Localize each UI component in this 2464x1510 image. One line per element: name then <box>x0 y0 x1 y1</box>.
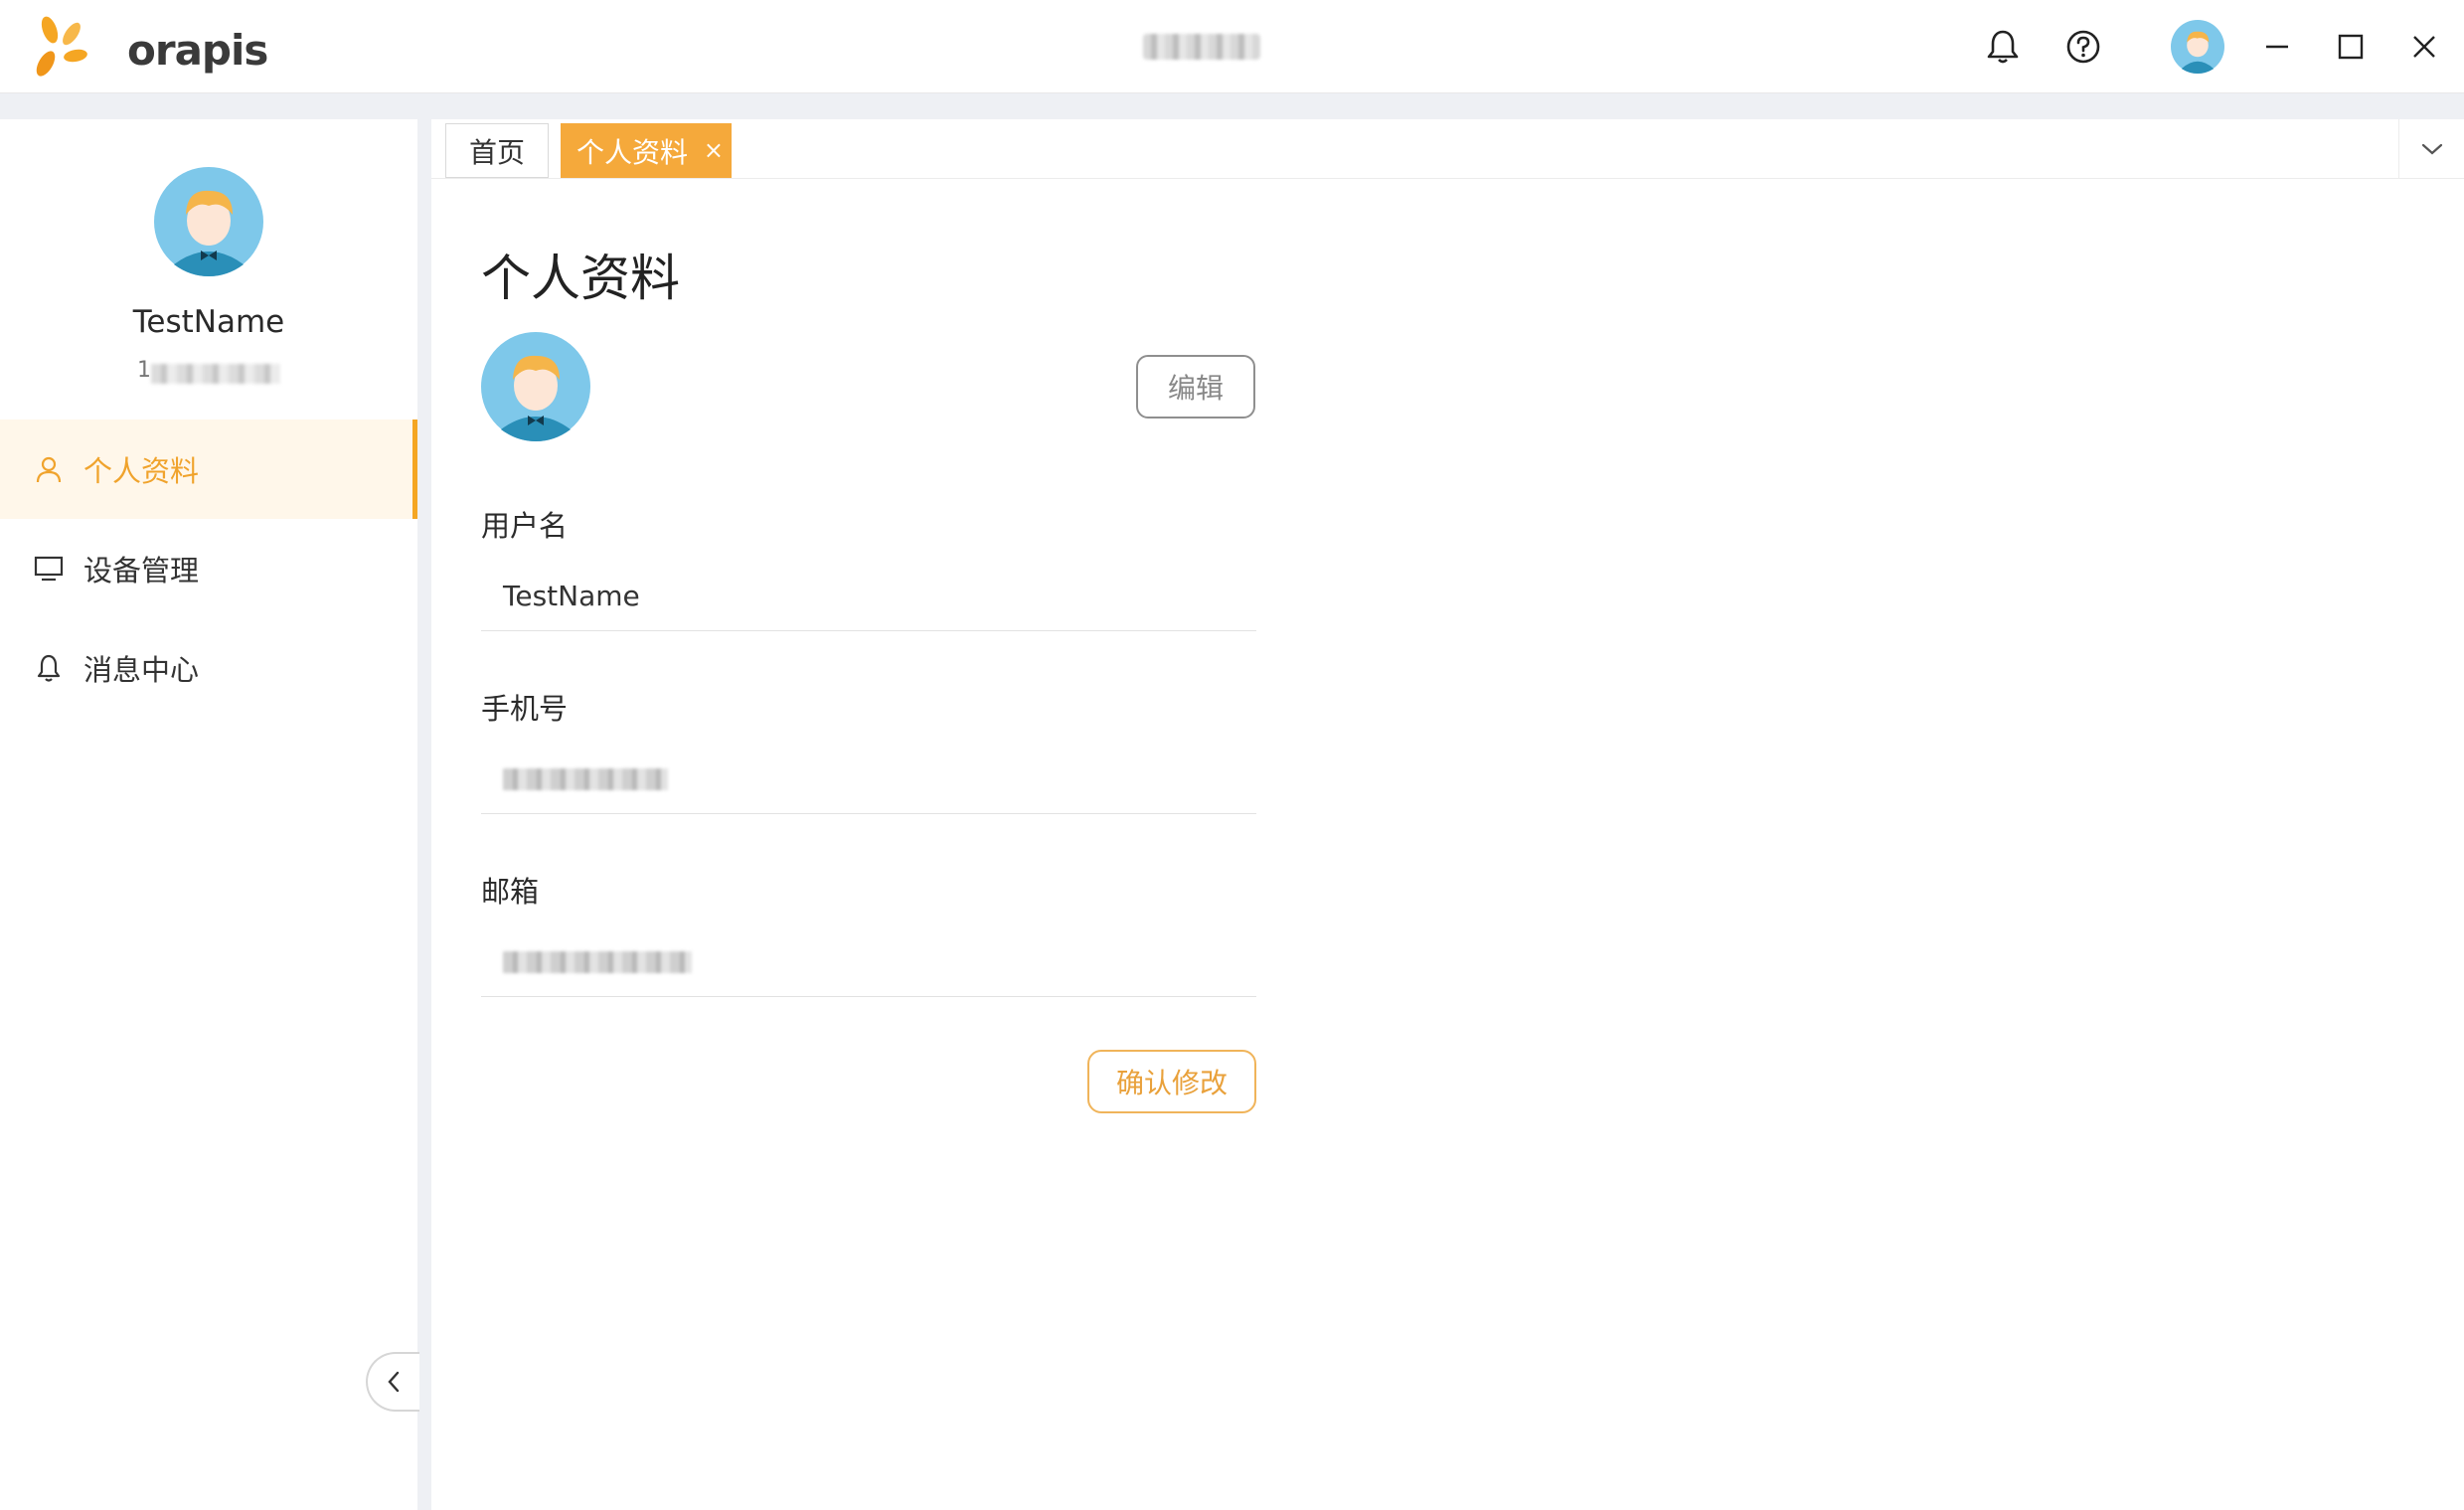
chevron-down-icon <box>2421 143 2442 155</box>
app-logo: orapis <box>28 12 268 82</box>
page-title: 个人资料 <box>481 250 680 307</box>
help-icon <box>2066 30 2100 64</box>
minimize-icon <box>2266 45 2288 49</box>
avatar-icon <box>154 167 263 276</box>
minimize-button[interactable] <box>2252 22 2302 72</box>
confirm-changes-button[interactable]: 确认修改 <box>1087 1050 1256 1113</box>
logo-flower-icon <box>36 16 87 77</box>
maximize-icon <box>2338 34 2364 60</box>
sidebar-item-messages[interactable]: 消息中心 <box>0 618 417 718</box>
edit-button[interactable]: 编辑 <box>1136 355 1255 419</box>
sidebar-nav: 个人资料 设备管理 消息中心 <box>0 419 417 718</box>
sidebar-item-devices[interactable]: 设备管理 <box>0 519 417 618</box>
tab-close-icon[interactable]: × <box>704 135 724 165</box>
close-icon <box>2413 36 2435 58</box>
phone-value-redacted <box>503 767 668 790</box>
tab-bar: 首页 个人资料 × <box>431 119 2464 179</box>
email-field[interactable] <box>481 927 1256 997</box>
username-value: TestName <box>503 580 640 612</box>
avatar-icon <box>481 332 590 441</box>
tab-dropdown-button[interactable] <box>2398 119 2464 179</box>
profile-avatar[interactable] <box>481 332 590 441</box>
user-avatar-button[interactable] <box>2171 20 2224 74</box>
sidebar-avatar <box>154 167 263 276</box>
sidebar: TestName 1 个人资料 设备管理 消息中心 <box>0 119 419 1510</box>
close-window-button[interactable] <box>2399 22 2449 72</box>
sidebar-item-label: 消息中心 <box>83 653 200 687</box>
bell-icon <box>34 653 64 683</box>
username-label: 用户名 <box>481 509 569 543</box>
maximize-button[interactable] <box>2326 22 2376 72</box>
tab-home[interactable]: 首页 <box>445 123 549 178</box>
chevron-left-icon <box>388 1371 400 1393</box>
sidebar-item-profile[interactable]: 个人资料 <box>0 419 417 519</box>
username-field[interactable]: TestName <box>481 562 1256 631</box>
monitor-icon <box>34 554 64 584</box>
sidebar-user-name: TestName <box>132 304 285 340</box>
phone-label: 手机号 <box>481 692 569 726</box>
phone-field[interactable] <box>481 745 1256 814</box>
logo-text: orapis <box>127 26 268 75</box>
avatar <box>2171 20 2224 74</box>
sidebar-item-label: 设备管理 <box>83 554 200 587</box>
notification-bell-button[interactable] <box>1978 22 2028 72</box>
bell-icon <box>1987 30 2019 64</box>
tab-profile[interactable]: 个人资料 × <box>561 123 732 178</box>
collapse-sidebar-button[interactable] <box>366 1352 419 1412</box>
main-content: 首页 个人资料 × 个人资料 编辑 用户名 TestName 手机号 邮箱 确认… <box>431 119 2464 1510</box>
title-bar: orapis <box>0 0 2464 93</box>
window-title-redacted <box>1143 30 1262 64</box>
email-value-redacted <box>503 950 692 973</box>
email-label: 邮箱 <box>481 875 540 909</box>
help-button[interactable] <box>2058 22 2108 72</box>
user-icon <box>34 454 64 484</box>
sidebar-user-phone-redacted: 1 <box>137 358 286 388</box>
sidebar-item-label: 个人资料 <box>83 454 200 488</box>
